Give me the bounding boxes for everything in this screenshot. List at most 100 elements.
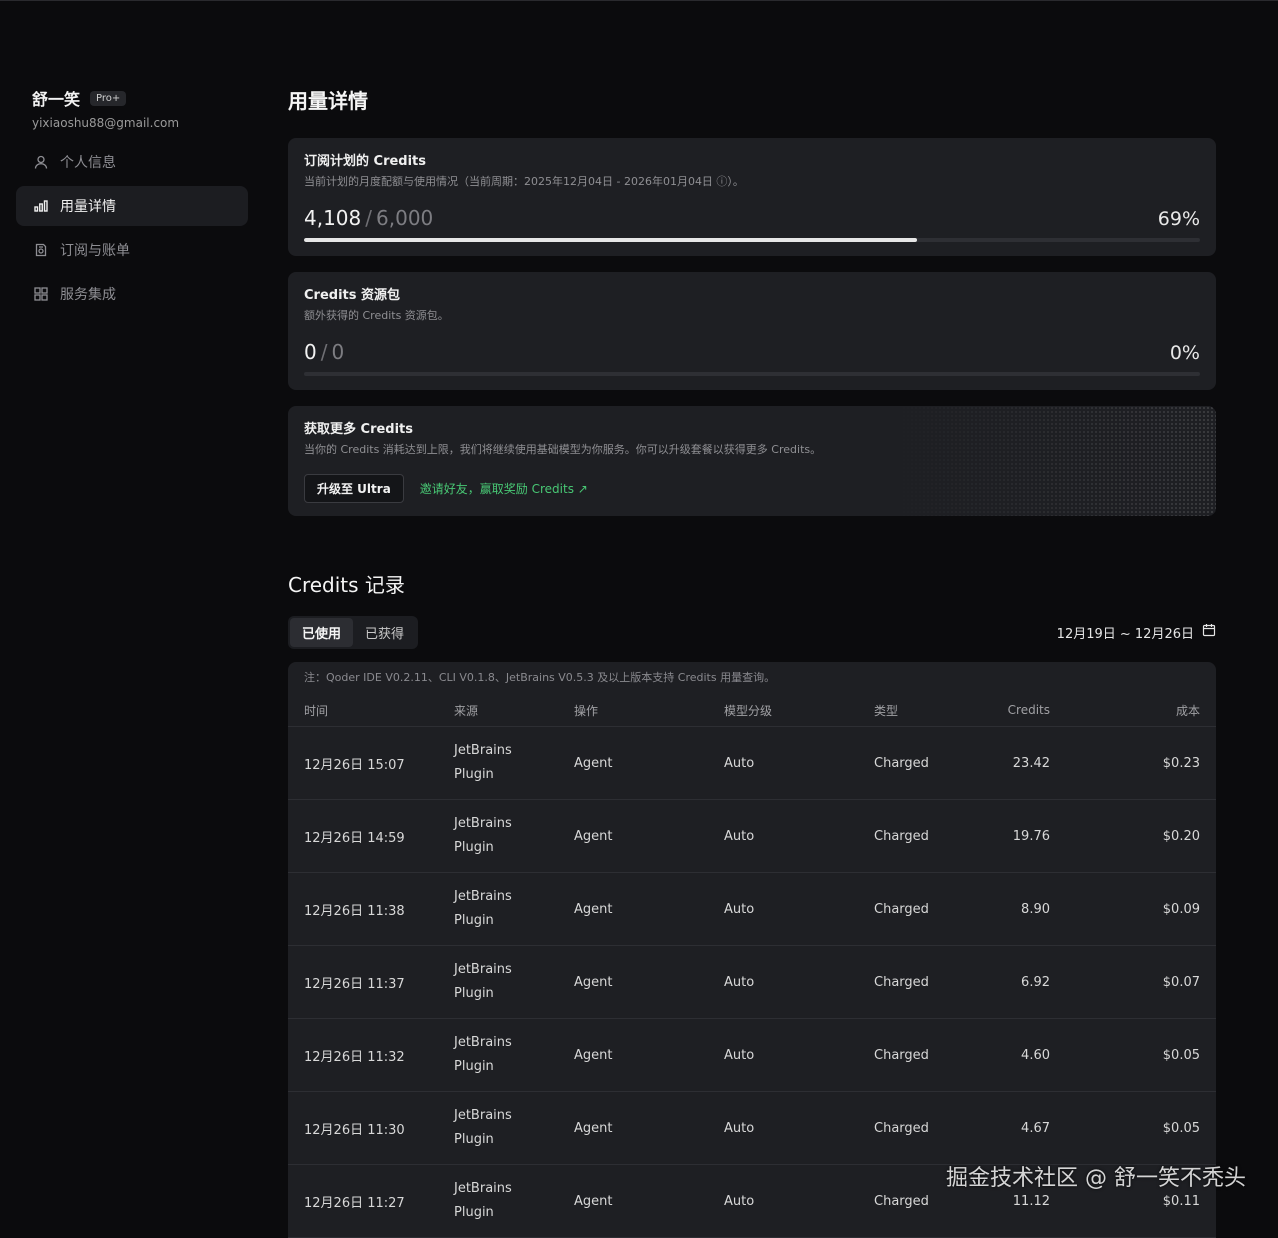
card-subtitle: 当你的 Credits 消耗达到上限，我们将继续使用基础模型为你服务。你可以升级… <box>304 442 1200 458</box>
table-row: 12月26日 14:59JetBrainsPluginAgentAutoChar… <box>288 800 1216 873</box>
cell-cost: $0.20 <box>1066 800 1216 873</box>
cell-credits: 23.42 <box>988 727 1066 800</box>
table-header-row: 时间 来源 操作 模型分级 类型 Credits 成本 <box>288 694 1216 727</box>
invite-friends-link[interactable]: 邀请好友，赢取奖励 Credits ↗ <box>420 480 588 497</box>
sidebar-item-label: 个人信息 <box>60 152 116 172</box>
column-header-source[interactable]: 来源 <box>438 694 558 727</box>
card-title: 订阅计划的 Credits <box>304 152 1200 172</box>
cell-source: JetBrainsPlugin <box>438 873 558 946</box>
more-credits-card: 获取更多 Credits 当你的 Credits 消耗达到上限，我们将继续使用基… <box>288 406 1216 516</box>
main-content: 用量详情 订阅计划的 Credits 当前计划的月度配额与使用情况（当前周期：2… <box>288 86 1216 1238</box>
user-header: 舒一笑 Pro+ <box>16 86 248 110</box>
sidebar-item-label: 用量详情 <box>60 196 116 216</box>
cell-model-tier: Auto <box>708 1092 858 1165</box>
records-toolbar: 已使用 已获得 12月19日 ~ 12月26日 <box>288 616 1216 648</box>
receipt-icon <box>32 241 50 259</box>
cell-operation: Agent <box>558 1165 708 1238</box>
cell-model-tier: Auto <box>708 1165 858 1238</box>
records-table-container: 注：Qoder IDE V0.2.11、CLI V0.1.8、JetBrains… <box>288 662 1216 1238</box>
source-line: Plugin <box>454 836 542 860</box>
cell-source: JetBrainsPlugin <box>438 946 558 1019</box>
user-name: 舒一笑 <box>32 86 80 110</box>
card-title: 获取更多 Credits <box>304 420 1200 440</box>
cell-time: 12月26日 11:27 <box>288 1165 438 1238</box>
source-line: Plugin <box>454 982 542 1006</box>
column-header-time[interactable]: 时间 <box>288 694 438 727</box>
cell-source: JetBrainsPlugin <box>438 1019 558 1092</box>
cell-cost: $0.05 <box>1066 1092 1216 1165</box>
user-email: yixiaoshu88@gmail.com <box>16 116 248 130</box>
bar-chart-icon <box>32 197 50 215</box>
cell-credits: 8.90 <box>988 873 1066 946</box>
source-line: JetBrains <box>454 1177 542 1201</box>
grid-icon <box>32 285 50 303</box>
cell-operation: Agent <box>558 1092 708 1165</box>
user-icon <box>32 153 50 171</box>
table-row: 12月26日 11:30JetBrainsPluginAgentAutoChar… <box>288 1092 1216 1165</box>
cell-cost: $0.07 <box>1066 946 1216 1019</box>
cell-operation: Agent <box>558 873 708 946</box>
sidebar: 舒一笑 Pro+ yixiaoshu88@gmail.com 个人信息 用量详情… <box>16 86 248 318</box>
source-line: Plugin <box>454 1055 542 1079</box>
source-line: JetBrains <box>454 958 542 982</box>
cell-source: JetBrainsPlugin <box>438 1092 558 1165</box>
cell-type: Charged <box>858 1092 988 1165</box>
sidebar-item-profile[interactable]: 个人信息 <box>16 142 248 182</box>
cell-source: JetBrainsPlugin <box>438 800 558 873</box>
records-note: 注：Qoder IDE V0.2.11、CLI V0.1.8、JetBrains… <box>288 662 1216 694</box>
cell-cost: $0.23 <box>1066 727 1216 800</box>
usage-value: 4,108/6,000 <box>304 206 433 230</box>
usage-slash: / <box>321 340 328 364</box>
sidebar-item-integrations[interactable]: 服务集成 <box>16 274 248 314</box>
pack-credits-card: Credits 资源包 额外获得的 Credits 资源包。 0/0 0% <box>288 272 1216 390</box>
sidebar-item-label: 订阅与账单 <box>60 240 130 260</box>
progress-fill <box>304 238 917 242</box>
usage-row: 4,108/6,000 69% <box>304 202 1200 230</box>
cell-type: Charged <box>858 800 988 873</box>
cell-type: Charged <box>858 873 988 946</box>
column-header-model-tier[interactable]: 模型分级 <box>708 694 858 727</box>
tab-used[interactable]: 已使用 <box>290 618 353 647</box>
usage-value: 0/0 <box>304 340 344 364</box>
source-line: JetBrains <box>454 1104 542 1128</box>
column-header-type[interactable]: 类型 <box>858 694 988 727</box>
card-subtitle: 当前计划的月度配额与使用情况（当前周期：2025年12月04日 - 2026年0… <box>304 174 1200 190</box>
source-line: JetBrains <box>454 885 542 909</box>
column-header-operation[interactable]: 操作 <box>558 694 708 727</box>
column-header-cost[interactable]: 成本 <box>1066 694 1216 727</box>
sidebar-item-label: 服务集成 <box>60 284 116 304</box>
table-row: 12月26日 11:38JetBrainsPluginAgentAutoChar… <box>288 873 1216 946</box>
cell-credits: 19.76 <box>988 800 1066 873</box>
usage-total: 6,000 <box>376 206 433 230</box>
column-header-credits[interactable]: Credits <box>988 694 1066 727</box>
table-row: 12月26日 15:07JetBrainsPluginAgentAutoChar… <box>288 727 1216 800</box>
tab-earned[interactable]: 已获得 <box>353 618 416 647</box>
sidebar-item-usage[interactable]: 用量详情 <box>16 186 248 226</box>
cell-type: Charged <box>858 946 988 1019</box>
date-range-picker[interactable]: 12月19日 ~ 12月26日 <box>1057 623 1216 642</box>
plan-badge: Pro+ <box>90 91 126 106</box>
watermark: 掘金技术社区 @ 舒一笑不秃头 <box>946 1160 1246 1192</box>
cell-time: 12月26日 15:07 <box>288 727 438 800</box>
usage-percent: 0% <box>1170 342 1200 364</box>
cell-credits: 6.92 <box>988 946 1066 1019</box>
cell-model-tier: Auto <box>708 800 858 873</box>
source-line: JetBrains <box>454 1031 542 1055</box>
sidebar-item-billing[interactable]: 订阅与账单 <box>16 230 248 270</box>
cell-time: 12月26日 11:30 <box>288 1092 438 1165</box>
usage-total: 0 <box>331 340 344 364</box>
usage-slash: / <box>365 206 372 230</box>
cell-operation: Agent <box>558 946 708 1019</box>
upgrade-button[interactable]: 升级至 Ultra <box>304 474 404 503</box>
page-title: 用量详情 <box>288 86 1216 116</box>
cell-source: JetBrainsPlugin <box>438 1165 558 1238</box>
cell-credits: 4.67 <box>988 1092 1066 1165</box>
cell-type: Charged <box>858 1019 988 1092</box>
sidebar-nav: 个人信息 用量详情 订阅与账单 服务集成 <box>16 142 248 314</box>
usage-percent: 69% <box>1158 208 1200 230</box>
cell-model-tier: Auto <box>708 873 858 946</box>
table-row: 12月26日 11:32JetBrainsPluginAgentAutoChar… <box>288 1019 1216 1092</box>
cell-credits: 4.60 <box>988 1019 1066 1092</box>
cell-model-tier: Auto <box>708 946 858 1019</box>
usage-row: 0/0 0% <box>304 336 1200 364</box>
